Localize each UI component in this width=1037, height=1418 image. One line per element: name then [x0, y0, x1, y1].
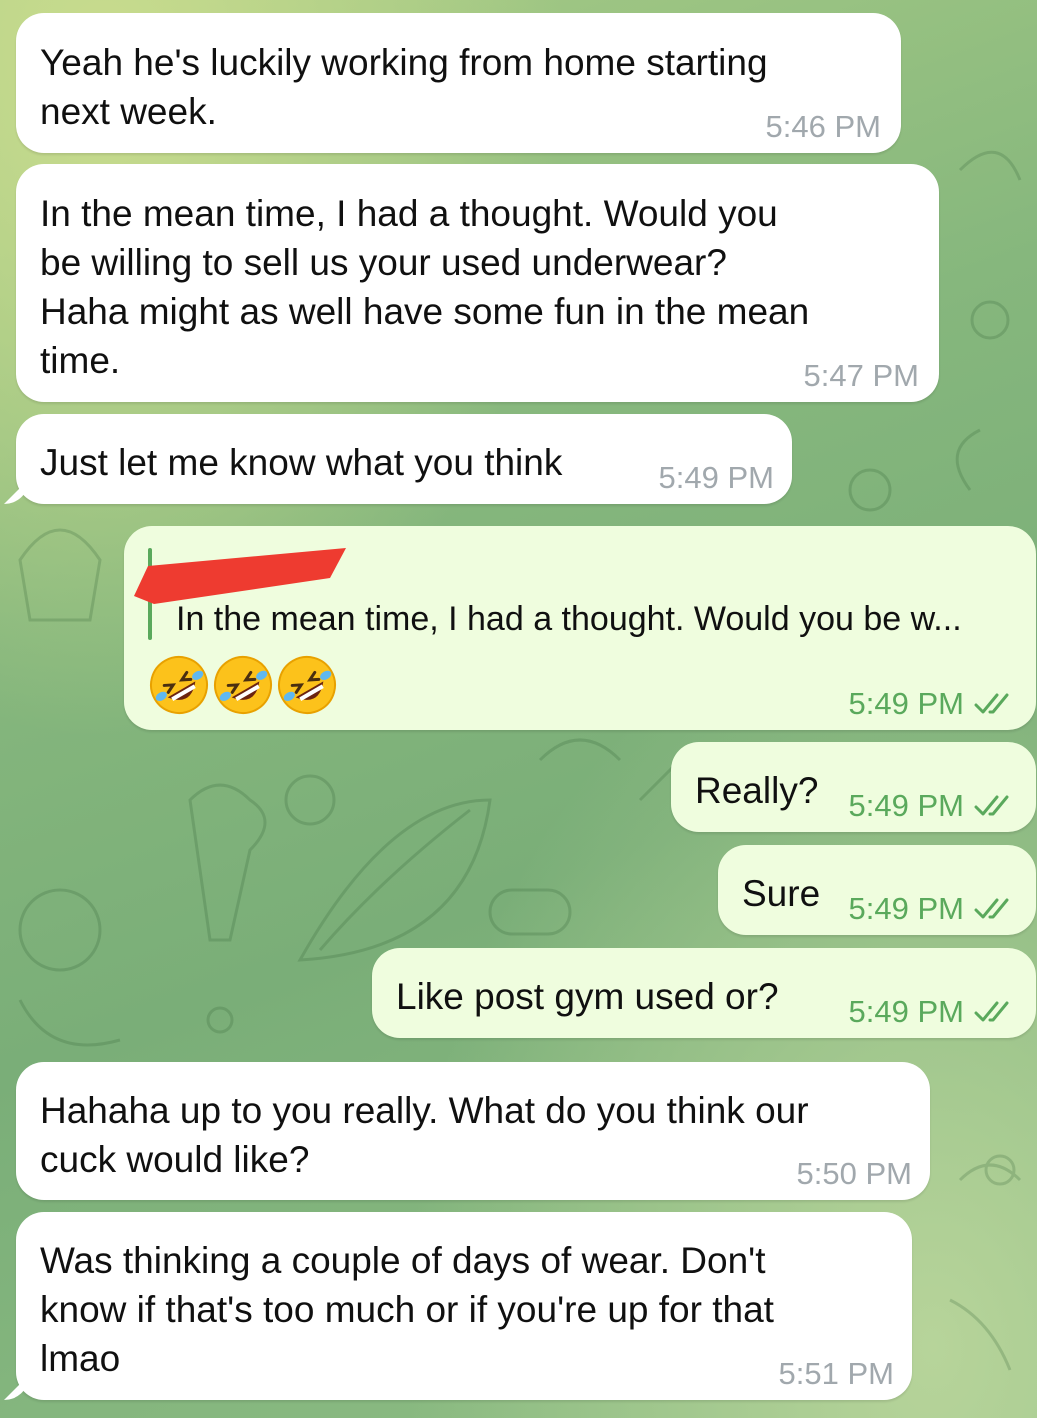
double-check-icon [974, 795, 1009, 816]
message-text: Sure [742, 873, 821, 914]
message-bubble-incoming[interactable]: Hahaha up to you really. What do you thi… [16, 1062, 930, 1200]
double-check-icon [974, 1001, 1009, 1022]
message-bubble-incoming[interactable]: Just let me know what you think 5:49 PM [16, 414, 792, 504]
message-bubble-incoming[interactable]: In the mean time, I had a thought. Would… [16, 164, 939, 402]
message-time: 5:46 PM [765, 109, 881, 144]
emoji-message [148, 654, 338, 716]
message-time: 5:50 PM [796, 1156, 912, 1191]
message-text: Just let me know what you think [40, 442, 563, 483]
message-bubble-incoming[interactable]: Yeah he's luckily working from home star… [16, 13, 901, 153]
rolling-on-floor-laughing-icon [278, 656, 336, 714]
message-time: 5:49 PM [848, 788, 964, 823]
message-text: Like post gym used or? [396, 976, 779, 1017]
message-bubble-incoming[interactable]: Was thinking a couple of days of wear. D… [16, 1212, 912, 1400]
message-bubble-outgoing[interactable]: Really? 5:49 PM [671, 742, 1036, 832]
message-time: 5:47 PM [803, 358, 919, 393]
double-check-icon [974, 693, 1009, 714]
reply-quote-text[interactable]: In the mean time, I had a thought. Would… [176, 600, 962, 639]
message-bubble-outgoing[interactable]: Like post gym used or? 5:49 PM [372, 948, 1036, 1038]
message-text: Hahaha up to you really. What do you thi… [40, 1090, 809, 1180]
message-text: Yeah he's luckily working from home star… [40, 42, 768, 132]
redaction-mark [134, 548, 346, 604]
message-bubble-outgoing[interactable]: Sure 5:49 PM [718, 845, 1036, 935]
message-text: In the mean time, I had a thought. Would… [40, 193, 810, 381]
message-text: Really? [695, 770, 819, 811]
message-time: 5:49 PM [848, 686, 964, 721]
rolling-on-floor-laughing-icon [214, 656, 272, 714]
message-time: 5:49 PM [848, 994, 964, 1029]
message-time: 5:51 PM [778, 1356, 894, 1391]
rolling-on-floor-laughing-icon [150, 656, 208, 714]
message-text: Was thinking a couple of days of wear. D… [40, 1240, 774, 1379]
message-time: 5:49 PM [848, 891, 964, 926]
double-check-icon [974, 898, 1009, 919]
message-time: 5:49 PM [658, 460, 774, 495]
message-bubble-outgoing-reply[interactable]: In the mean time, I had a thought. Would… [124, 526, 1036, 730]
